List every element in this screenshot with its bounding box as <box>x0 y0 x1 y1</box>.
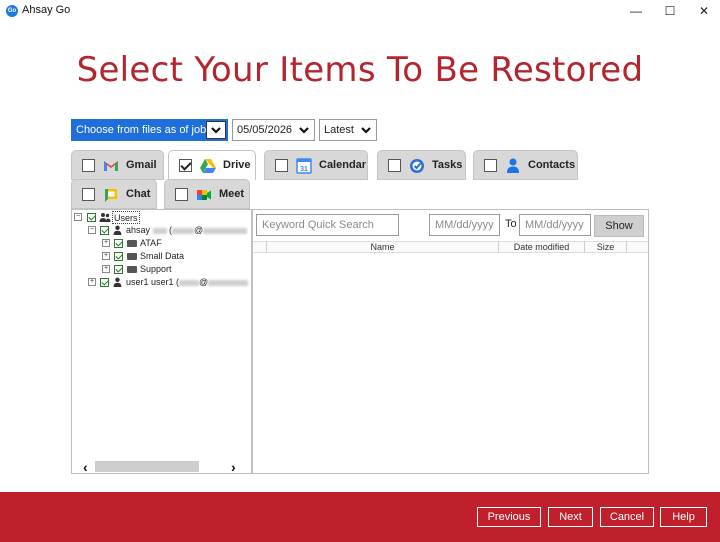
tab-label: Gmail <box>126 159 157 171</box>
tab-contacts[interactable]: Contacts <box>473 150 578 180</box>
horizontal-scrollbar-thumb[interactable] <box>95 461 199 472</box>
job-version-value: Latest <box>324 124 354 136</box>
tab-meet[interactable]: Meet <box>164 179 250 209</box>
users-group-icon <box>99 212 111 223</box>
folder-checkbox[interactable] <box>114 265 123 274</box>
date-from-input[interactable]: MM/dd/yyyy <box>429 214 500 236</box>
tab-label: Contacts <box>528 159 576 171</box>
column-header-name[interactable]: Name <box>267 241 499 253</box>
tree-item-users[interactable]: Users <box>112 211 140 224</box>
folder-checkbox[interactable] <box>114 252 123 261</box>
tasks-icon <box>408 157 426 175</box>
tree-item-folder[interactable]: ATAF <box>140 237 162 250</box>
tree-user-email-at: @ <box>199 277 209 287</box>
chevron-down-icon <box>358 122 374 138</box>
tab-label: Drive <box>223 159 251 171</box>
collapse-toggle[interactable]: − <box>88 226 96 234</box>
calendar-icon: 31 <box>295 157 313 175</box>
show-button[interactable]: Show <box>594 215 644 237</box>
user-icon <box>113 225 122 235</box>
minimize-button[interactable]: — <box>622 2 650 20</box>
folder-icon <box>127 253 137 260</box>
job-date-select[interactable]: 05/05/2026 <box>232 119 315 141</box>
tasks-checkbox[interactable] <box>388 159 401 172</box>
date-to-input[interactable]: MM/dd/yyyy <box>519 214 591 236</box>
chevron-down-icon <box>206 121 226 139</box>
tab-calendar[interactable]: 31 Calendar <box>264 150 368 180</box>
drive-checkbox[interactable] <box>179 159 192 172</box>
cancel-button[interactable]: Cancel <box>600 507 654 527</box>
tab-label: Meet <box>219 188 245 200</box>
maximize-button[interactable]: ☐ <box>656 2 684 20</box>
scroll-right-arrow[interactable]: › <box>231 459 236 475</box>
next-button[interactable]: Next <box>548 507 593 527</box>
users-checkbox[interactable] <box>87 213 96 222</box>
keyword-search-input[interactable]: Keyword Quick Search <box>256 214 399 236</box>
column-header-size[interactable]: Size <box>585 241 627 253</box>
job-version-select[interactable]: Latest <box>319 119 377 141</box>
close-button[interactable]: ✕ <box>690 2 718 20</box>
column-header-date-modified[interactable]: Date modified <box>499 241 585 253</box>
to-label: To <box>505 218 517 230</box>
tree-user-name: ahsay <box>126 225 151 235</box>
help-button[interactable]: Help <box>660 507 707 527</box>
user-checkbox[interactable] <box>100 278 109 287</box>
tree-item-user-ahsay[interactable]: ahsay (@ <box>126 224 248 237</box>
chevron-down-icon <box>296 122 312 138</box>
collapse-toggle[interactable]: − <box>74 213 82 221</box>
column-header-checkbox-cell <box>253 241 267 253</box>
google-drive-icon <box>199 157 217 175</box>
tab-chat[interactable]: Chat <box>71 179 157 209</box>
previous-button[interactable]: Previous <box>477 507 541 527</box>
app-logo-icon: Go <box>6 5 18 17</box>
tree-user-email-at: @ <box>194 225 204 235</box>
chat-icon <box>102 186 120 204</box>
job-mode-value: Choose from files as of job <box>76 124 207 136</box>
meet-icon <box>195 186 213 204</box>
page-title: Select Your Items To Be Restored <box>76 50 644 90</box>
tree-item-user-user1[interactable]: user1 user1 ( @ <box>126 276 249 289</box>
calendar-checkbox[interactable] <box>275 159 288 172</box>
expand-toggle[interactable]: + <box>88 278 96 286</box>
tab-tasks[interactable]: Tasks <box>377 150 466 180</box>
gmail-checkbox[interactable] <box>82 159 95 172</box>
tab-label: Calendar <box>319 159 367 171</box>
folder-checkbox[interactable] <box>114 239 123 248</box>
title-bar: Go Ahsay Go — ☐ ✕ <box>0 0 720 22</box>
job-mode-select[interactable]: Choose from files as of job <box>71 119 228 141</box>
tab-gmail[interactable]: Gmail <box>71 150 164 180</box>
gmail-icon <box>102 157 120 175</box>
meet-checkbox[interactable] <box>175 188 188 201</box>
tree-user-name: user1 user1 ( <box>126 277 180 287</box>
expand-toggle[interactable]: + <box>102 239 110 247</box>
tab-label: Tasks <box>432 159 463 171</box>
window-title: Ahsay Go <box>22 4 71 16</box>
tab-drive[interactable]: Drive <box>168 150 256 180</box>
tree-item-folder[interactable]: Small Data <box>140 250 184 263</box>
tab-label: Chat <box>126 188 151 200</box>
expand-toggle[interactable]: + <box>102 265 110 273</box>
chat-checkbox[interactable] <box>82 188 95 201</box>
job-date-value: 05/05/2026 <box>237 124 293 136</box>
contacts-icon <box>504 157 522 175</box>
scroll-left-arrow[interactable]: ‹ <box>83 459 88 475</box>
contacts-checkbox[interactable] <box>484 159 497 172</box>
user-icon <box>113 277 122 287</box>
user-checkbox[interactable] <box>100 226 109 235</box>
folder-icon <box>127 240 137 247</box>
expand-toggle[interactable]: + <box>102 252 110 260</box>
folder-icon <box>127 266 137 273</box>
svg-text:31: 31 <box>300 166 308 173</box>
tree-item-folder[interactable]: Support <box>140 263 172 276</box>
